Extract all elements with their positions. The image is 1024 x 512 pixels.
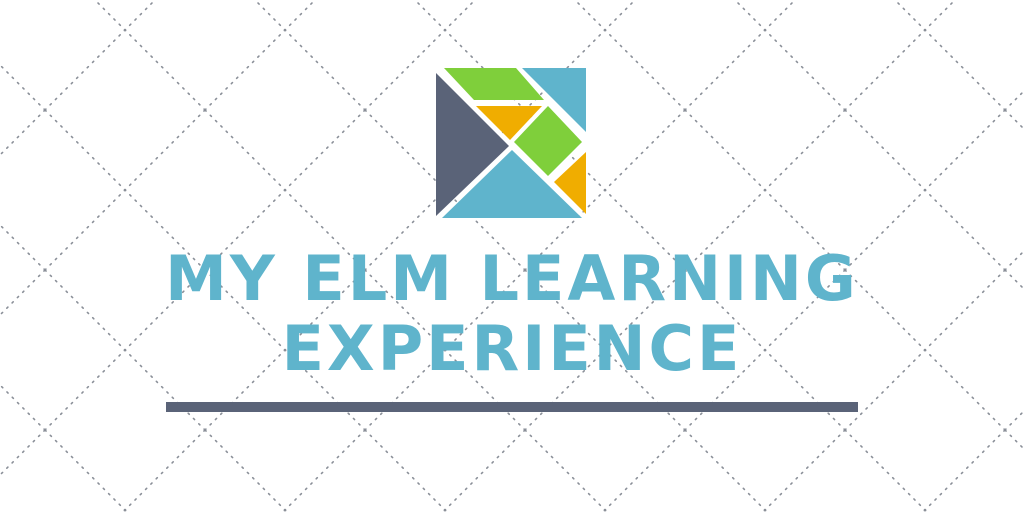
title-line-1: MY ELM LEARNING bbox=[165, 242, 859, 315]
title-line-2: EXPERIENCE bbox=[281, 312, 743, 385]
title-underline-divider bbox=[166, 402, 858, 412]
elm-tangram-icon bbox=[436, 68, 586, 218]
